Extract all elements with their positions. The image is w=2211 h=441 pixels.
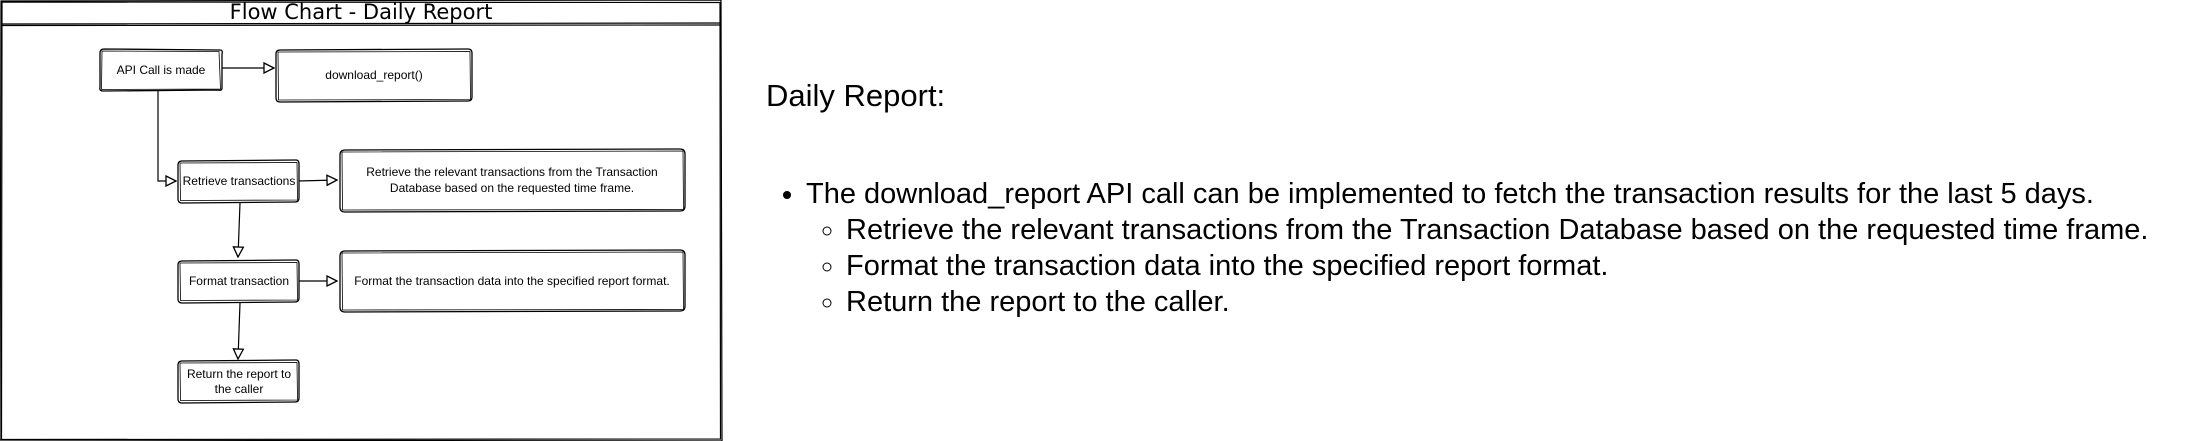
node-download-report-label: download_report() bbox=[325, 68, 422, 82]
node-api-call: API Call is made bbox=[99, 48, 223, 92]
node-return-line2: the caller bbox=[215, 382, 264, 396]
node-format-transaction: Format transaction bbox=[177, 259, 300, 304]
node-retrieve-desc-line2: Database based on the requested time fra… bbox=[390, 181, 634, 195]
flow-edges bbox=[157, 68, 337, 359]
node-api-call-label: API Call is made bbox=[117, 63, 206, 77]
notes-sub-item: Return the report to the caller. bbox=[846, 284, 2206, 320]
notes-heading: Daily Report: bbox=[766, 78, 946, 113]
node-return-report: Return the report to the caller bbox=[177, 359, 300, 404]
notes-list: The download_report API call can be impl… bbox=[766, 176, 2206, 320]
node-retrieve-description: Retrieve the relevant transactions from … bbox=[339, 148, 686, 213]
edge-retrieve-to-desc bbox=[297, 180, 337, 181]
node-retrieve-transactions: Retrieve transactions bbox=[177, 159, 300, 204]
notes-sub-item: Format the transaction data into the spe… bbox=[846, 248, 2206, 284]
notes-panel: Daily Report: The download_report API ca… bbox=[766, 78, 2206, 320]
notes-main-item: The download_report API call can be impl… bbox=[806, 176, 2206, 320]
node-download-report: download_report() bbox=[275, 48, 473, 103]
diagram-title: Flow Chart - Daily Report bbox=[230, 0, 493, 24]
notes-sub-item: Retrieve the relevant transactions from … bbox=[846, 212, 2206, 248]
notes-main-item-text: The download_report API call can be impl… bbox=[806, 178, 2094, 210]
notes-sub-list: Retrieve the relevant transactions from … bbox=[806, 212, 2206, 320]
node-format-description: Format the transaction data into the spe… bbox=[339, 249, 686, 313]
node-format-label: Format transaction bbox=[189, 274, 289, 288]
node-format-desc-label: Format the transaction data into the spe… bbox=[354, 274, 670, 288]
edge-retrieve-to-format bbox=[238, 202, 240, 257]
node-return-line1: Return the report to bbox=[187, 367, 291, 381]
node-retrieve-label: Retrieve transactions bbox=[183, 174, 296, 188]
edge-format-to-return bbox=[238, 302, 240, 359]
node-retrieve-desc-line1: Retrieve the relevant transactions from … bbox=[366, 165, 657, 179]
edge-api-to-retrieve bbox=[157, 90, 176, 181]
